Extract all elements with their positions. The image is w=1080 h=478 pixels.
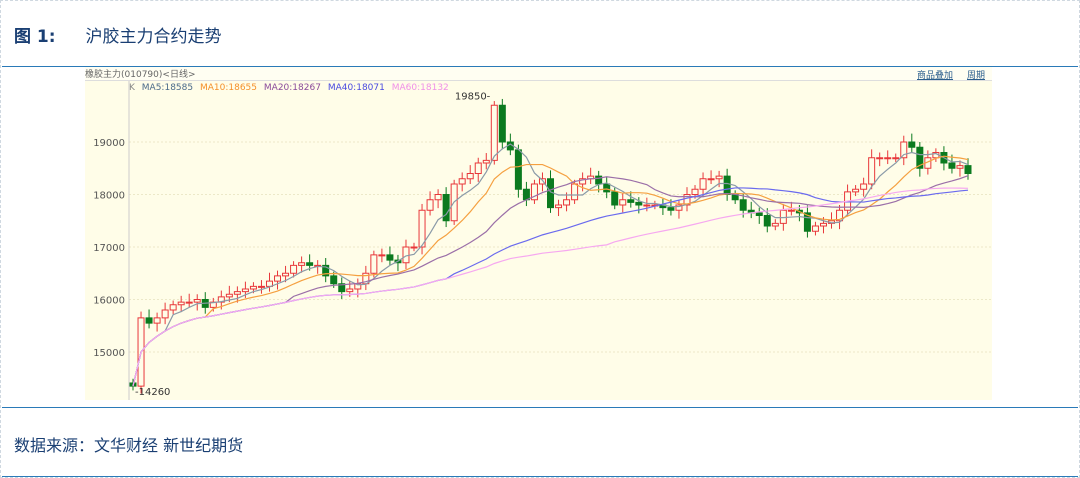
candle-body	[964, 165, 972, 174]
candle-body	[290, 264, 298, 274]
candle-body	[306, 262, 314, 266]
candle-body	[763, 215, 771, 227]
y-tick-label: 17000	[93, 243, 125, 254]
candle-body	[482, 159, 490, 164]
candle-body	[169, 304, 177, 311]
candle-body	[386, 254, 394, 261]
candle-body	[153, 317, 161, 324]
candle-body	[177, 301, 185, 306]
candle-body	[241, 288, 249, 293]
candle-body	[779, 209, 787, 224]
candle-body	[819, 222, 827, 227]
candle-body	[249, 285, 257, 290]
candle-body	[707, 178, 715, 181]
candle-body	[956, 165, 964, 169]
candle-body	[233, 291, 241, 295]
candle-body	[370, 254, 378, 274]
legend-ma5: MA5:18585	[141, 83, 194, 93]
candle-body	[667, 207, 675, 211]
ma-legend: K MA5:18585 MA10:18655 MA20:18267 MA40:1…	[129, 83, 453, 93]
legend-ma20: MA20:18267	[263, 83, 321, 93]
candle-body	[603, 183, 611, 193]
candle-body	[908, 141, 916, 148]
y-tick-label: 16000	[93, 296, 125, 307]
divider-bottom	[2, 476, 1078, 477]
candle-body	[619, 199, 627, 206]
candle-body	[466, 173, 474, 180]
candle-body	[257, 285, 265, 288]
candle-body	[498, 104, 506, 143]
candle-body	[522, 188, 530, 201]
candle-body	[635, 201, 643, 206]
candle-body	[723, 175, 731, 195]
candle-body	[402, 246, 410, 264]
candle-body	[860, 183, 868, 190]
candle-body	[571, 183, 579, 201]
legend-ma40: MA40:18071	[327, 83, 385, 93]
candle-body	[868, 157, 876, 185]
candle-body	[771, 222, 779, 227]
high-annotation: 19850-	[455, 91, 491, 102]
candle-body	[346, 288, 354, 293]
candle-body	[514, 149, 522, 190]
candle-body	[563, 199, 571, 206]
plot-area: 15000 16000 17000 18000 19000 19850- -14260	[93, 81, 992, 400]
candle-body	[274, 275, 282, 282]
candle-body	[474, 162, 482, 174]
candle-body	[458, 178, 466, 185]
candle-body	[185, 301, 193, 304]
candle-body	[852, 188, 860, 193]
candle-body	[739, 199, 747, 211]
legend-ma10: MA10:18655	[199, 83, 258, 93]
candle-body	[643, 204, 651, 207]
candle-body	[426, 199, 434, 211]
candle-body	[193, 299, 201, 303]
candle-body	[434, 194, 442, 201]
candle-body	[876, 157, 884, 160]
candle-body	[811, 225, 819, 232]
candle-body	[715, 175, 723, 180]
legend-ma60: MA60:18132	[391, 83, 449, 93]
y-tick-label: 15000	[93, 348, 125, 359]
candle-body	[378, 254, 386, 257]
candle-body	[691, 188, 699, 195]
candle-body	[298, 262, 306, 266]
candle-body	[330, 275, 338, 285]
candle-body	[161, 309, 169, 319]
candle-body	[490, 104, 498, 161]
candle-body	[892, 157, 900, 160]
figure-title: 图 1: 沪胶主力合约走势	[14, 22, 222, 47]
y-tick-label: 19000	[93, 138, 125, 149]
figure-label: 图 1:	[14, 27, 56, 47]
candle-body	[948, 162, 956, 169]
candle-body	[755, 212, 763, 216]
candle-body	[555, 204, 563, 209]
figure-title-text: 沪胶主力合约走势	[85, 27, 222, 47]
y-tick-label: 18000	[93, 191, 125, 202]
legend-k: K	[129, 83, 135, 93]
kline-chart: 橡胶主力(010790)<日线> 商品叠加 周期 15000 16000 17000…	[85, 67, 992, 400]
candle-body	[699, 178, 707, 190]
candle-body	[627, 199, 635, 203]
candle-body	[884, 157, 892, 160]
low-annotation: -14260	[135, 387, 170, 398]
candle-body	[787, 209, 795, 212]
candle-body	[442, 194, 450, 222]
candle-body	[282, 272, 290, 277]
divider-mid	[2, 407, 1078, 408]
candle-body	[611, 191, 619, 206]
candle-body	[145, 317, 153, 324]
candle-body	[225, 293, 233, 298]
candle-body	[410, 246, 418, 249]
data-source: 数据来源：文华财经 新世纪期货	[14, 436, 244, 455]
